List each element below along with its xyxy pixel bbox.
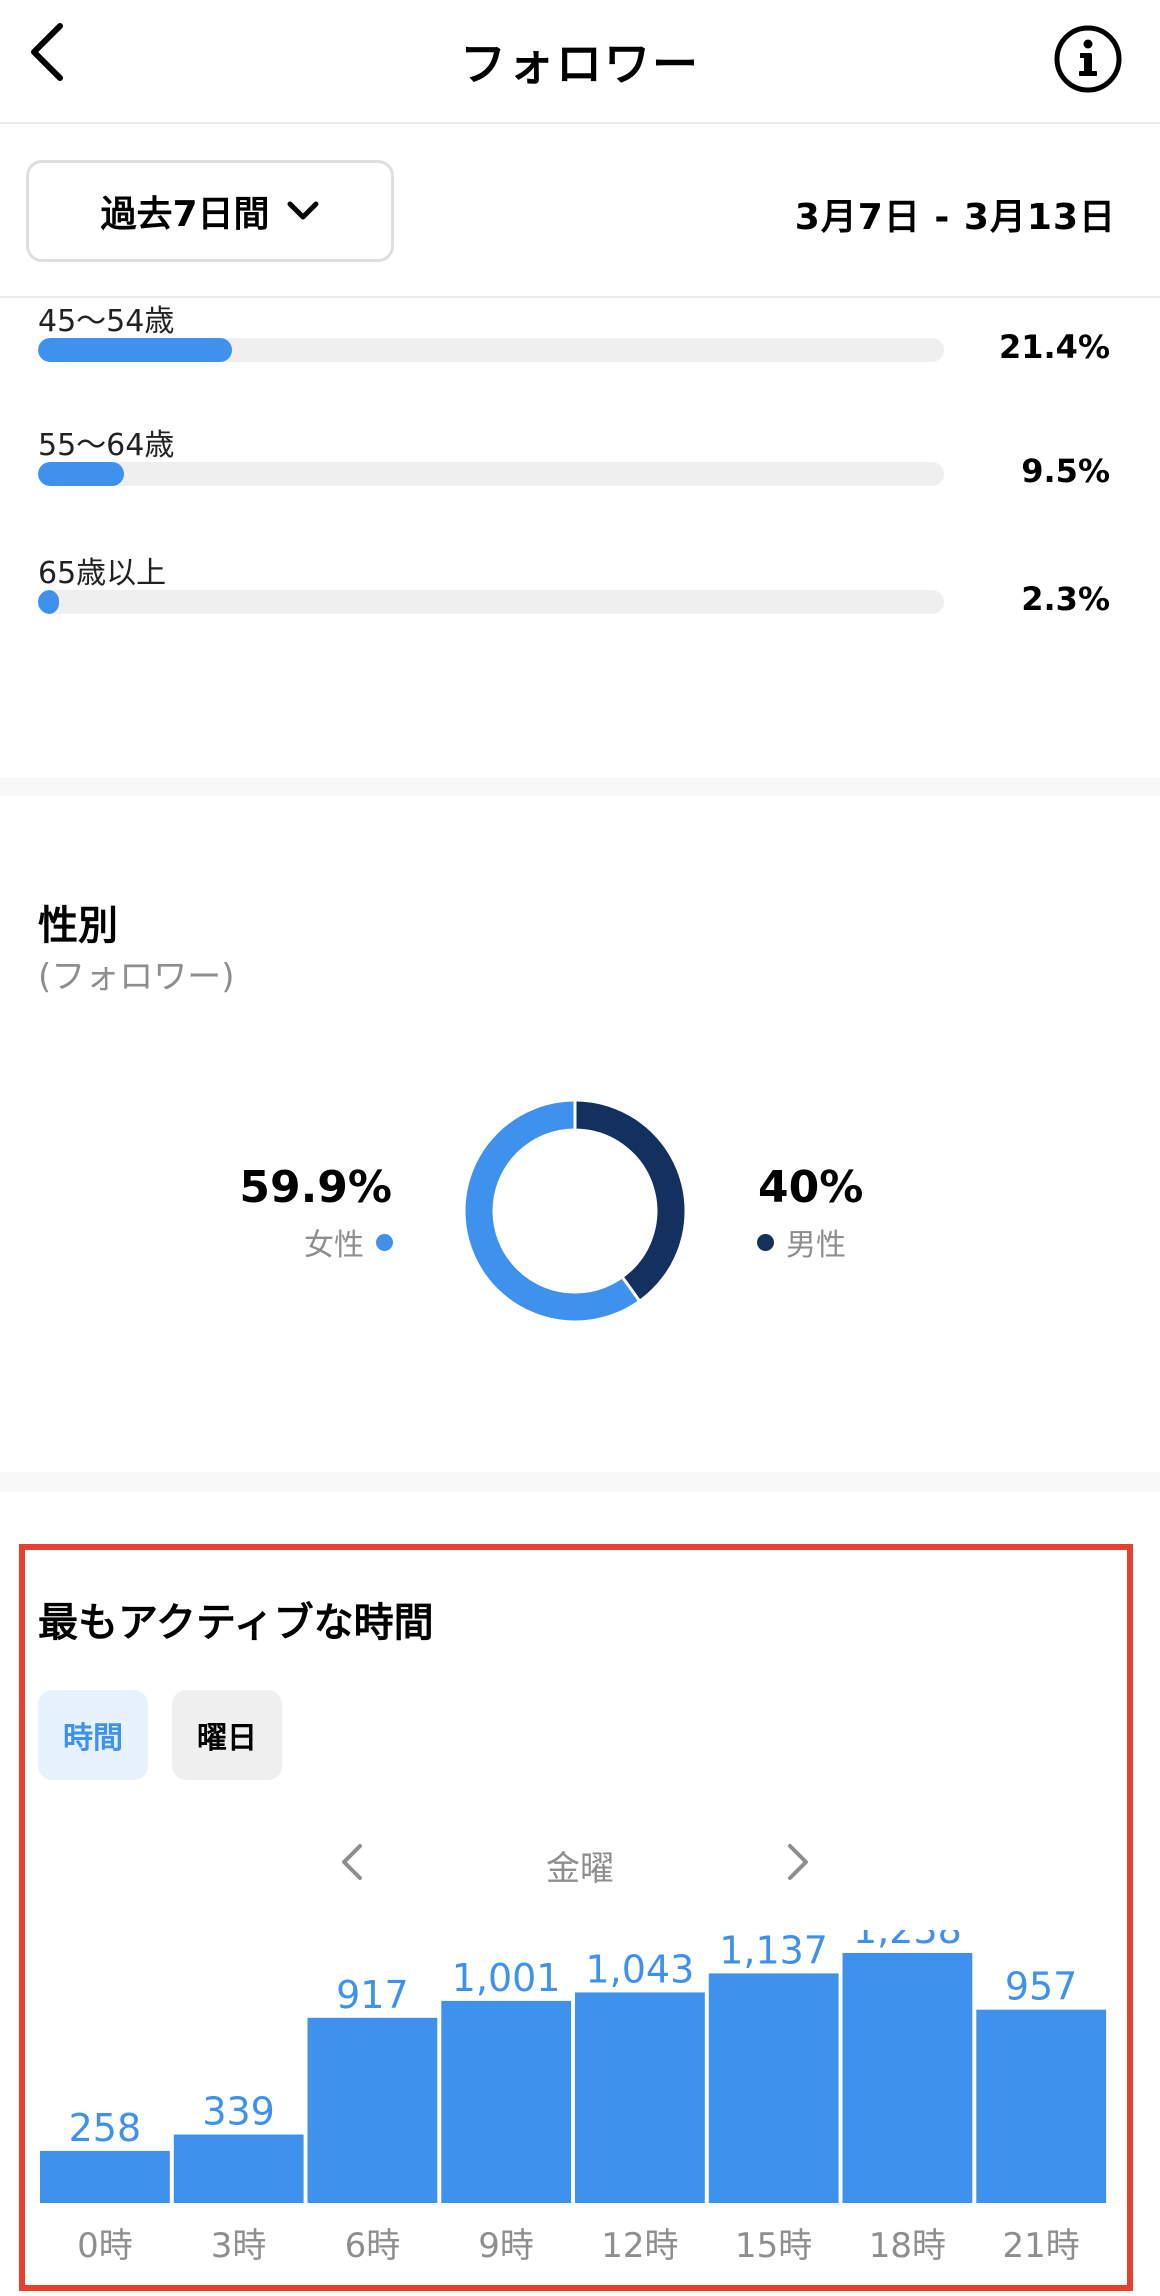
chevron-right-icon	[788, 1844, 808, 1880]
bar-value-label: 957	[1005, 1965, 1078, 2009]
female-dot-icon	[376, 1233, 393, 1251]
chart-bar	[976, 2009, 1107, 2203]
next-day-button[interactable]	[768, 1832, 828, 1892]
donut-male-arc	[574, 1101, 685, 1300]
female-legend: 女性	[304, 1220, 393, 1264]
male-label: 男性	[786, 1228, 846, 1263]
tab-weekday[interactable]: 曜日	[172, 1690, 282, 1780]
age-row: 45～54歳 21.4%	[0, 296, 1160, 406]
female-percent: 59.9%	[239, 1162, 392, 1213]
bar-value-label: 339	[202, 2090, 275, 2134]
info-icon	[1054, 25, 1122, 93]
bar-value-label: 258	[69, 2106, 142, 2150]
age-percent: 9.5%	[1021, 452, 1110, 490]
bar-value-label: 1,137	[719, 1930, 828, 1972]
active-hours-bar-chart: 258 0時 339 3時 917 6時 1,001 9時 1,043 12時 1,137 15時 1,…	[40, 1930, 1107, 2266]
section-divider	[0, 778, 1160, 796]
date-filter-bar: 過去7日間 3月7日 - 3月13日	[0, 124, 1160, 298]
chart-bar	[40, 2150, 170, 2203]
x-axis-tick-label: 18時	[869, 2226, 946, 2266]
gender-donut-chart	[465, 1098, 685, 1321]
selected-day: 金曜	[546, 1849, 614, 1889]
x-axis-tick-label: 15時	[735, 2226, 812, 2266]
age-bar-track	[38, 462, 944, 486]
male-dot-icon	[757, 1233, 774, 1251]
age-percent: 2.3%	[1021, 580, 1110, 618]
male-legend: 男性	[757, 1220, 846, 1264]
age-bar-fill	[38, 338, 232, 362]
gender-subtitle: (フォロワー)	[38, 957, 235, 997]
age-row: 55～64歳 9.5%	[0, 420, 1160, 530]
chevron-down-icon	[287, 201, 319, 220]
age-row: 65歳以上 2.3%	[0, 548, 1160, 658]
age-bar-track	[38, 338, 944, 362]
age-label: 55～64歳	[38, 428, 175, 463]
chart-bar	[575, 1992, 705, 2203]
section-divider	[0, 1472, 1160, 1492]
age-label: 65歳以上	[38, 556, 167, 591]
chart-bar	[173, 2134, 304, 2203]
x-axis-tick-label: 21時	[1002, 2226, 1079, 2266]
info-button[interactable]	[1052, 23, 1124, 95]
age-label: 45～54歳	[38, 304, 175, 339]
bar-value-label: 1,238	[853, 1930, 962, 1952]
chart-bar	[441, 2000, 572, 2203]
chart-bar	[842, 1953, 973, 2203]
bar-value-label: 917	[336, 1973, 409, 2017]
chart-bar	[307, 2017, 438, 2203]
age-bar-fill	[38, 590, 59, 614]
period-label: 過去7日間	[100, 194, 270, 235]
active-times-title: 最もアクティブな時間	[38, 1600, 434, 1646]
chart-bar	[708, 1973, 839, 2203]
date-range: 3月7日 - 3月13日	[794, 197, 1116, 238]
x-axis-tick-label: 9時	[478, 2226, 534, 2266]
x-axis-tick-label: 3時	[211, 2226, 267, 2266]
male-percent: 40%	[758, 1162, 864, 1213]
gender-title: 性別	[38, 903, 118, 949]
page-title: フォロワー	[460, 37, 700, 91]
period-dropdown[interactable]: 過去7日間	[26, 160, 394, 262]
tab-hour[interactable]: 時間	[38, 1690, 148, 1780]
age-percent: 21.4%	[998, 328, 1110, 366]
top-bar: フォロワー	[0, 0, 1160, 124]
female-label: 女性	[304, 1228, 364, 1263]
x-axis-tick-label: 6時	[345, 2226, 401, 2266]
age-bar-fill	[38, 462, 125, 486]
bar-value-label: 1,001	[452, 1956, 561, 2000]
x-axis-tick-label: 0時	[77, 2226, 133, 2266]
bar-value-label: 1,043	[586, 1947, 695, 1991]
age-bar-track	[38, 590, 944, 614]
x-axis-tick-label: 12時	[601, 2226, 678, 2266]
